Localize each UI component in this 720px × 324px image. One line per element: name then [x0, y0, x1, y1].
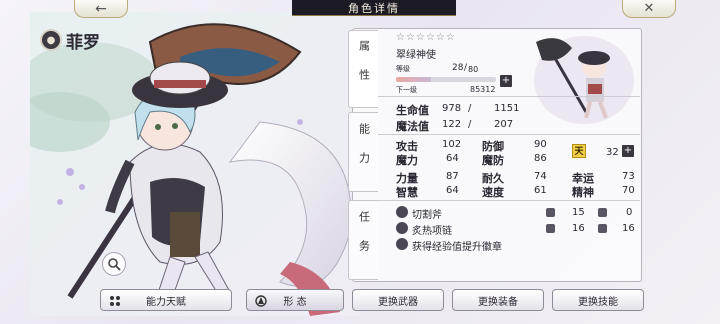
- shield-icon: [546, 224, 555, 233]
- stat-value-magic: 64: [446, 153, 459, 164]
- character-artwork: [30, 12, 360, 316]
- grid-icon: [110, 296, 120, 306]
- level-max: 80: [468, 65, 479, 74]
- divider: [378, 134, 640, 135]
- stat-value-magic-defense: 86: [534, 153, 547, 164]
- stat-label-magic: 魔力: [396, 154, 418, 167]
- mp-slash: /: [468, 119, 472, 130]
- stat-value-attack: 102: [442, 139, 462, 150]
- character-chibi-portrait: [534, 36, 634, 124]
- change-weapon-label: 更换武器: [378, 296, 418, 308]
- stat-value-speed: 61: [534, 185, 547, 196]
- mp-max: 207: [494, 119, 514, 130]
- level-label: 等级: [396, 65, 410, 73]
- close-button[interactable]: ✕: [622, 0, 676, 18]
- form-button[interactable]: 形 态: [246, 289, 344, 311]
- badge-icon: [396, 238, 408, 250]
- necklace-icon: [396, 222, 408, 234]
- divider: [378, 200, 640, 201]
- talent-button[interactable]: 能力天赋: [100, 289, 232, 311]
- cross-shield-icon: [598, 224, 607, 233]
- tab-abilities[interactable]: 能力: [348, 112, 378, 192]
- wand-icon: [598, 208, 607, 217]
- tab-label: 能力: [357, 123, 371, 181]
- weapon-stat-magic: 0: [626, 207, 633, 218]
- stat-value-strength: 87: [446, 171, 459, 182]
- talent-button-label: 能力天赋: [146, 296, 186, 308]
- accessory-name[interactable]: 炙热项链: [412, 222, 452, 237]
- exp-progress-bar: [396, 77, 496, 82]
- mp-label: 魔法值: [396, 120, 429, 133]
- character-name-tag: ● 菲罗: [40, 28, 100, 53]
- exp-progress-fill: [396, 77, 431, 82]
- character-name: 菲罗: [66, 32, 100, 53]
- page-title: 角色详情: [292, 0, 456, 16]
- change-skill-label: 更换技能: [578, 296, 618, 308]
- class-icon: ●: [40, 29, 62, 51]
- hp-current: 978: [442, 103, 462, 114]
- weapon-stat-attack: 15: [572, 207, 585, 218]
- stat-label-spirit: 精神: [572, 186, 594, 199]
- stat-value-wisdom: 64: [446, 185, 459, 196]
- divider: [378, 96, 640, 97]
- hp-max: 1151: [494, 103, 520, 114]
- side-tab-bar: 属性 能力 任务: [348, 30, 380, 280]
- change-skill-button[interactable]: 更换技能: [552, 289, 644, 311]
- magnifier-icon: [108, 258, 121, 271]
- stat-value-luck: 73: [622, 171, 635, 182]
- back-arrow-icon: ←: [95, 0, 107, 17]
- hp-slash: /: [468, 103, 472, 114]
- form-button-label: 形 态: [283, 296, 307, 308]
- stat-label-magic-defense: 魔防: [482, 154, 504, 167]
- character-title: 翠绿神使: [396, 50, 436, 61]
- tab-attributes[interactable]: 属性: [348, 30, 378, 108]
- close-icon: ✕: [643, 1, 655, 16]
- character-illustration: [30, 12, 360, 316]
- weapon-name[interactable]: 切割斧: [412, 206, 442, 221]
- accessory-stat-magic-defense: 16: [622, 223, 635, 234]
- stat-value-defense: 90: [534, 139, 547, 150]
- talent-value: 32: [606, 147, 619, 158]
- form-icon: [255, 295, 267, 307]
- badge-hint[interactable]: 获得经验值提升徽章: [412, 238, 502, 253]
- stat-label-speed: 速度: [482, 186, 504, 199]
- hp-label: 生命值: [396, 104, 429, 117]
- accessory-stat-defense: 16: [572, 223, 585, 234]
- level-up-plus-button[interactable]: +: [500, 75, 512, 87]
- sword-icon: [546, 208, 555, 217]
- change-equipment-button[interactable]: 更换装备: [452, 289, 544, 311]
- stat-value-spirit: 70: [622, 185, 635, 196]
- talent-plus-button[interactable]: +: [622, 145, 634, 157]
- talent-badge: 天: [572, 144, 586, 158]
- tab-label: 任务: [357, 211, 371, 269]
- change-weapon-button[interactable]: 更换武器: [352, 289, 444, 311]
- back-button[interactable]: ←: [74, 0, 128, 18]
- axe-icon: [396, 206, 408, 218]
- level-current: 28: [452, 63, 464, 73]
- zoom-button[interactable]: [102, 252, 126, 276]
- star-rating: ☆☆☆☆☆☆: [396, 32, 456, 43]
- change-equipment-label: 更换装备: [478, 296, 518, 308]
- next-level-label: 下一级: [396, 86, 417, 94]
- stat-value-endurance: 74: [534, 171, 547, 182]
- next-level-exp: 85312: [470, 85, 496, 94]
- mp-current: 122: [442, 119, 462, 130]
- tab-label: 属性: [357, 40, 371, 98]
- stat-label-wisdom: 智慧: [396, 186, 418, 199]
- stats-area: ☆☆☆☆☆☆ 翠绿神使 等级 28 / 80 + 下一级 85312 生命值 9…: [378, 30, 640, 282]
- tab-quests[interactable]: 任务: [348, 200, 378, 280]
